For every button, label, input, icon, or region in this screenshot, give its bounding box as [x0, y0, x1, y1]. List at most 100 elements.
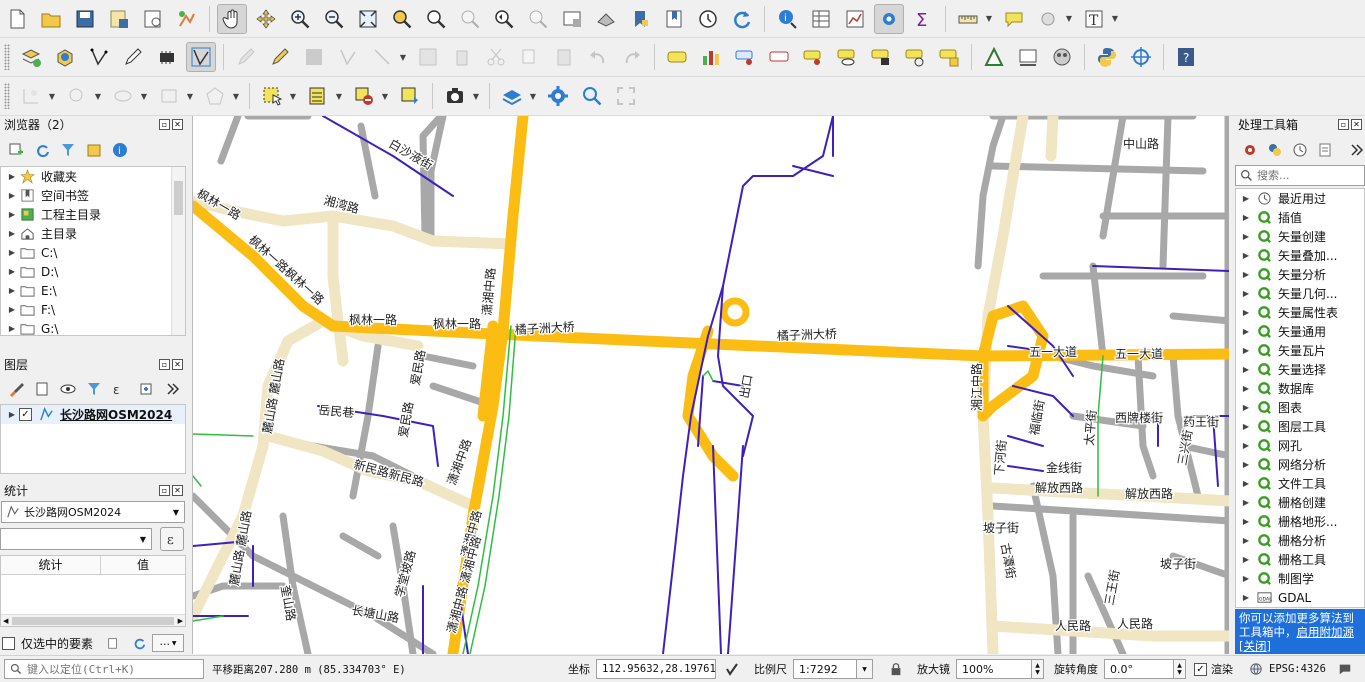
- browser-item[interactable]: ▶ 空间书签: [1, 186, 185, 205]
- expand-arrow-icon[interactable]: ▶: [5, 410, 19, 419]
- expand-arrow-icon[interactable]: ▶: [1240, 441, 1252, 450]
- add-feature-icon[interactable]: [333, 42, 363, 72]
- toolbox-group[interactable]: ▶ 矢量瓦片: [1236, 341, 1364, 360]
- toolbox-group[interactable]: ▶ GDAL GDAL: [1236, 588, 1364, 607]
- expand-arrow-icon[interactable]: ▶: [5, 172, 19, 181]
- save-project-icon[interactable]: [70, 4, 100, 34]
- new-map-view-icon[interactable]: [557, 4, 587, 34]
- expand-arrow-icon[interactable]: ▶: [1240, 517, 1252, 526]
- toolbox-group[interactable]: ▶ 最近用过: [1236, 189, 1364, 208]
- add-polygon-icon[interactable]: [200, 81, 230, 111]
- zoom-next-icon[interactable]: [523, 4, 553, 34]
- browser-item[interactable]: ▶ F:\: [1, 300, 185, 319]
- messages-icon[interactable]: [1336, 660, 1354, 678]
- float-panel-icon[interactable]: ▫: [1338, 119, 1349, 130]
- new-3d-view-icon[interactable]: [591, 4, 621, 34]
- browser-item[interactable]: ▶ G:\: [1, 319, 185, 336]
- crosshair-plugin-icon[interactable]: [1126, 42, 1156, 72]
- lock-scale-icon[interactable]: [887, 659, 905, 679]
- undo-icon[interactable]: [583, 42, 613, 72]
- gps-icon[interactable]: [152, 42, 182, 72]
- screenshot-icon[interactable]: [440, 81, 470, 111]
- properties-info-icon[interactable]: i: [110, 140, 130, 160]
- add-ellipse-icon[interactable]: [108, 81, 138, 111]
- toolbox-group[interactable]: ▶ 矢量分析: [1236, 265, 1364, 284]
- triangle-icon[interactable]: [979, 42, 1009, 72]
- expand-arrow-icon[interactable]: ▶: [1240, 270, 1252, 279]
- copy-stats-icon[interactable]: [104, 634, 122, 652]
- expand-arrow-icon[interactable]: ▶: [1240, 498, 1252, 507]
- selected-only-checkbox[interactable]: [2, 636, 15, 650]
- digitize-pen-icon[interactable]: [118, 42, 148, 72]
- float-panel-icon[interactable]: ▫: [159, 359, 170, 370]
- expand-arrow-icon[interactable]: ▶: [1240, 422, 1252, 431]
- save-edits-icon[interactable]: [299, 42, 329, 72]
- enable-sources-link[interactable]: 启用附加源: [1297, 625, 1355, 639]
- rotation-spin-icon[interactable]: ▲ ▼: [1174, 659, 1186, 679]
- add-circle-icon[interactable]: [62, 81, 92, 111]
- browser-item[interactable]: ▶ 工程主目录: [1, 205, 185, 224]
- pan-map-icon[interactable]: [217, 3, 247, 34]
- expand-arrow-icon[interactable]: ▶: [5, 191, 19, 200]
- identify-icon[interactable]: i: [772, 4, 802, 34]
- toolbox-group[interactable]: ▶ 图层工具: [1236, 417, 1364, 436]
- toolbox-group[interactable]: ▶ 矢量属性表: [1236, 303, 1364, 322]
- visibility-eye-icon[interactable]: [58, 379, 78, 399]
- col-value-header[interactable]: 值: [101, 556, 185, 574]
- show-bookmarks-icon[interactable]: [659, 4, 689, 34]
- add-selected-layer-icon[interactable]: [6, 140, 26, 160]
- mesh-icon[interactable]: [1013, 42, 1043, 72]
- refresh-icon[interactable]: [727, 4, 757, 34]
- expand-arrow-icon[interactable]: ▶: [1240, 479, 1252, 488]
- toolbox-group[interactable]: ▶ 插值: [1236, 208, 1364, 227]
- label-icon[interactable]: [662, 42, 692, 72]
- scripts-python-icon[interactable]: [1265, 140, 1285, 160]
- expand-arrow-icon[interactable]: ▶: [1240, 460, 1252, 469]
- horizontal-scrollbar[interactable]: ◀ ▶: [1, 614, 185, 626]
- new-project-icon[interactable]: [2, 4, 32, 34]
- expand-arrow-icon[interactable]: ▶: [1240, 574, 1252, 583]
- toolbox-group[interactable]: ▶ 网孔: [1236, 436, 1364, 455]
- filter-legend-icon[interactable]: [84, 379, 104, 399]
- search-map-icon[interactable]: [577, 81, 607, 111]
- temporal-controller-icon[interactable]: [693, 4, 723, 34]
- field-calculator-icon[interactable]: Σ: [908, 4, 938, 34]
- magnifier-field[interactable]: 100%: [956, 659, 1032, 679]
- measure-icon[interactable]: [953, 4, 983, 34]
- toolbox-group[interactable]: ▶ 矢量选择: [1236, 360, 1364, 379]
- more-tools-icon[interactable]: [1346, 140, 1365, 160]
- browser-refresh-icon[interactable]: [32, 140, 52, 160]
- expand-arrow-icon[interactable]: ▶: [5, 248, 19, 257]
- expand-arrow-icon[interactable]: ▶: [1240, 365, 1252, 374]
- locator-box[interactable]: [4, 659, 204, 679]
- filter-icon[interactable]: [58, 140, 78, 160]
- zoom-selection-icon[interactable]: [421, 4, 451, 34]
- redo-icon[interactable]: [617, 42, 647, 72]
- toolbox-group[interactable]: ▶ 数据库: [1236, 379, 1364, 398]
- style-manager-icon[interactable]: [172, 4, 202, 34]
- toolbox-group[interactable]: ▶ 文件工具: [1236, 474, 1364, 493]
- map-canvas[interactable]: 白沙液街 枫林一路 枫林一路枫林一路 湘湾路 潇湘中路 枫林一路 枫林一路 橘子…: [192, 116, 1229, 654]
- attribute-table-icon[interactable]: [806, 4, 836, 34]
- refresh-stats-icon[interactable]: [130, 634, 148, 652]
- save-as-icon[interactable]: [104, 4, 134, 34]
- open-project-icon[interactable]: [36, 4, 66, 34]
- new-bookmark-icon[interactable]: [625, 4, 655, 34]
- render-checkbox[interactable]: ✓: [1194, 662, 1207, 676]
- copy-icon[interactable]: [515, 42, 545, 72]
- toolbox-group[interactable]: ▶ 图表: [1236, 398, 1364, 417]
- toolbox-group[interactable]: ▶ 矢量通用: [1236, 322, 1364, 341]
- layer-stack-icon[interactable]: [497, 81, 527, 111]
- zoom-out-icon[interactable]: [319, 4, 349, 34]
- select-location-icon[interactable]: [1033, 4, 1063, 34]
- expand-arrow-icon[interactable]: ▶: [5, 267, 19, 276]
- rotate-label-icon[interactable]: [866, 42, 896, 72]
- toolbox-group[interactable]: ▶ 矢量几何...: [1236, 284, 1364, 303]
- help-icon[interactable]: ?: [1171, 42, 1201, 72]
- scale-dropdown-icon[interactable]: ▼: [857, 659, 873, 679]
- globe-crs-icon[interactable]: [1247, 660, 1265, 678]
- rotation-field[interactable]: 0.0°: [1104, 659, 1174, 679]
- paste-icon[interactable]: [549, 42, 579, 72]
- select-by-value-icon[interactable]: [303, 81, 333, 111]
- diagram-icon[interactable]: [696, 42, 726, 72]
